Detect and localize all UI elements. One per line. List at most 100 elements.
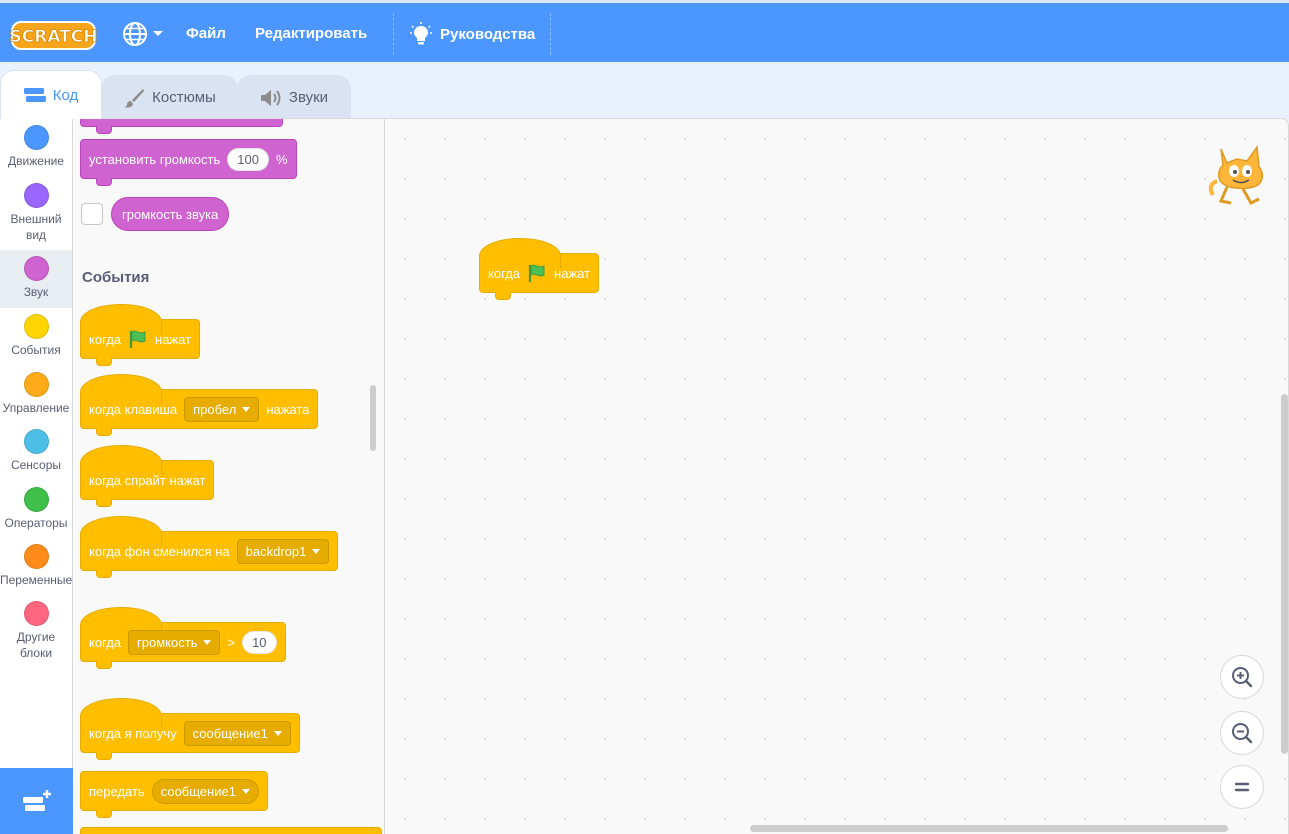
block-notch: [96, 358, 112, 366]
category-my-blocks[interactable]: Другие блоки: [0, 601, 72, 667]
zoom-out-button[interactable]: [1220, 711, 1264, 755]
category-menu: Движение Внешний вид Звук События Управл…: [0, 118, 73, 834]
category-motion[interactable]: Движение: [0, 125, 72, 181]
block-notch: [96, 126, 112, 134]
menu-tutorials-label: Руководства: [440, 25, 536, 43]
language-menu[interactable]: [122, 21, 164, 47]
zoom-in-button[interactable]: [1220, 655, 1264, 699]
threshold-value-input[interactable]: 10: [242, 630, 277, 654]
block-volume-reporter[interactable]: громкость звука: [111, 197, 230, 231]
lightbulb-icon: [410, 22, 432, 45]
category-label: Движение: [8, 154, 64, 168]
workspace-block-when-flag-clicked[interactable]: когда нажат: [479, 238, 600, 300]
block-text: когда спрайт нажат: [89, 472, 206, 488]
block-set-volume[interactable]: установить громкость 100 %: [80, 139, 297, 186]
block-palette: установить громкость 100 % громкость зву…: [73, 118, 385, 834]
key-dropdown[interactable]: пробел: [184, 396, 260, 422]
section-title-events: События: [82, 269, 150, 286]
block-notch: [96, 752, 112, 760]
sensor-dropdown[interactable]: громкость: [128, 629, 221, 655]
block-text: когда: [89, 634, 122, 650]
menu-file[interactable]: Файл: [186, 25, 226, 42]
block-when-backdrop-switches[interactable]: когда фон сменился на backdrop1: [80, 516, 339, 578]
volume-monitor-checkbox[interactable]: [81, 203, 103, 225]
category-looks[interactable]: Внешний вид: [0, 183, 72, 249]
block-when-greater-than[interactable]: когда громкость > 10: [80, 607, 286, 669]
tab-sounds-label: Звуки: [288, 89, 329, 106]
block-partial[interactable]: [80, 119, 283, 134]
block-notch: [96, 661, 112, 669]
block-when-key-pressed[interactable]: когда клавиша пробел нажата: [80, 374, 319, 436]
caret-down-icon: [312, 548, 321, 554]
hat-cap: [80, 698, 162, 728]
code-blocks-icon: [23, 88, 46, 102]
category-events[interactable]: События: [0, 314, 72, 370]
hat-cap: [80, 304, 162, 334]
script-workspace[interactable]: когда нажат: [385, 118, 1289, 834]
block-text: когда я получу: [89, 725, 177, 741]
block-partial[interactable]: [80, 827, 382, 834]
block-notch: [96, 570, 112, 578]
category-sound[interactable]: Звук: [0, 250, 72, 308]
category-color-dot: [23, 314, 49, 339]
hat-cap: [80, 445, 162, 475]
add-extension-icon: [22, 790, 51, 811]
category-label: События: [11, 343, 61, 357]
menu-edit[interactable]: Редактировать: [255, 25, 367, 42]
broadcast-message-dropdown[interactable]: сообщение1: [151, 778, 259, 804]
scratch-logo[interactable]: SCRATCH: [10, 19, 97, 52]
block-notch: [96, 428, 112, 436]
volume-value-input[interactable]: 100: [227, 147, 269, 171]
caret-down-icon: [273, 730, 282, 736]
block-when-i-receive[interactable]: когда я получу сообщение1: [80, 698, 300, 760]
tab-costumes-label: Костюмы: [152, 89, 216, 106]
block-when-sprite-clicked[interactable]: когда спрайт нажат: [80, 445, 215, 507]
block-when-flag-clicked[interactable]: когда нажат: [80, 304, 201, 366]
zoom-reset-button[interactable]: [1220, 765, 1264, 809]
block-text: когда: [488, 265, 521, 281]
backdrop-dropdown[interactable]: backdrop1: [236, 538, 330, 564]
workspace-vertical-scrollbar[interactable]: [1281, 394, 1288, 754]
category-color-dot: [23, 372, 49, 397]
hat-cap: [80, 516, 162, 546]
caret-down-icon: [203, 639, 212, 645]
category-label: Операторы: [4, 516, 68, 530]
menu-separator: [550, 13, 551, 55]
workspace-horizontal-scrollbar[interactable]: [750, 825, 1228, 832]
paintbrush-icon: [124, 88, 145, 108]
category-label: Сенсоры: [10, 458, 62, 472]
sprite-cat-icon: [1208, 144, 1264, 205]
add-extension-button[interactable]: [0, 768, 73, 834]
zoom-out-icon: [1232, 723, 1253, 744]
category-color-dot: [23, 487, 49, 512]
category-variables[interactable]: Переменные: [0, 544, 72, 600]
category-label: Переменные: [0, 573, 73, 587]
caret-down-icon: [241, 788, 250, 794]
category-operators[interactable]: Операторы: [0, 487, 72, 543]
category-control[interactable]: Управление: [0, 372, 72, 428]
category-sensing[interactable]: Сенсоры: [0, 429, 72, 485]
category-color-dot: [23, 125, 49, 150]
dropdown-value: громкость: [137, 634, 198, 650]
category-label: Внешний вид: [10, 212, 62, 242]
block-broadcast[interactable]: передать сообщение1: [80, 771, 268, 818]
menu-tutorials[interactable]: Руководства: [410, 22, 535, 46]
message-dropdown[interactable]: сообщение1: [183, 720, 291, 746]
category-color-dot: [23, 256, 49, 281]
palette-scrollbar[interactable]: [370, 385, 376, 451]
caret-down-icon: [242, 406, 251, 412]
block-notch: [495, 292, 511, 300]
tab-code[interactable]: Код: [0, 70, 102, 119]
block-text: нажат: [554, 265, 591, 281]
category-color-dot: [23, 429, 49, 454]
block-text: нажата: [266, 401, 310, 417]
green-flag-icon: [528, 264, 545, 282]
block-text: передать: [89, 783, 145, 799]
tab-sounds[interactable]: Звуки: [237, 75, 351, 119]
block-text: громкость звука: [122, 206, 219, 222]
menu-bar: SCRATCH Файл Редактировать Руководства: [0, 0, 1289, 62]
tab-costumes[interactable]: Костюмы: [101, 75, 238, 119]
speaker-icon: [260, 89, 281, 106]
block-text: когда клавиша: [89, 401, 178, 417]
category-color-dot: [23, 183, 49, 208]
